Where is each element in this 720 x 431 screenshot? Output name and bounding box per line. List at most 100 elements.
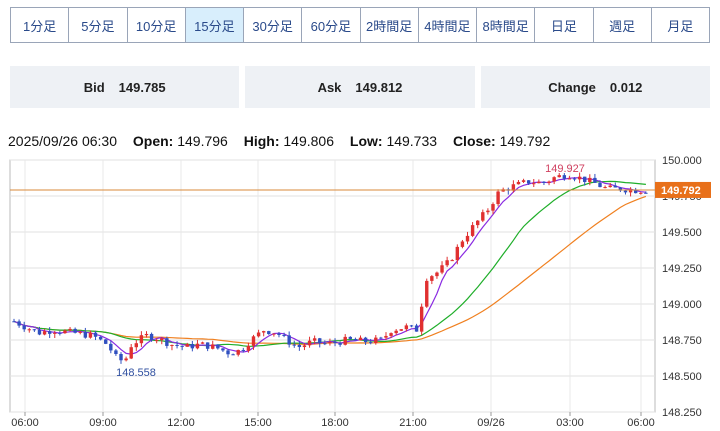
close-label: Close: <box>452 133 496 149</box>
candle-body <box>216 344 220 349</box>
candle-body <box>261 331 266 333</box>
candle-body <box>32 329 37 331</box>
candle-body <box>588 177 592 182</box>
tab-3[interactable]: 15分足 <box>185 8 244 42</box>
candle-body <box>180 345 184 347</box>
ohlc-datetime: 2025/09/26 06:30 <box>8 133 117 149</box>
candle-body <box>552 177 556 182</box>
candle-body <box>460 241 465 247</box>
candle-body <box>22 325 26 330</box>
candle-body <box>287 335 291 345</box>
tab-5[interactable]: 60分足 <box>302 8 361 42</box>
tab-2[interactable]: 10分足 <box>127 8 186 42</box>
tab-10[interactable]: 週足 <box>593 8 652 42</box>
candle-body <box>537 181 541 184</box>
candle-body <box>53 332 57 334</box>
candle-body <box>603 187 607 189</box>
tab-7[interactable]: 4時間足 <box>418 8 477 42</box>
tab-6[interactable]: 2時間足 <box>360 8 419 42</box>
tab-8[interactable]: 8時間足 <box>477 8 536 42</box>
candle-body <box>623 190 628 193</box>
candle-body <box>231 354 235 356</box>
x-tick-label: 06:00 <box>11 417 39 429</box>
candle-body <box>195 343 200 349</box>
x-tick-label: 06:00 <box>627 417 655 429</box>
x-tick-label: 03:00 <box>556 417 584 429</box>
low-label: Low: <box>349 133 383 149</box>
candle-body <box>425 280 429 307</box>
candle-body <box>47 331 52 334</box>
candle-body <box>83 331 88 338</box>
candle-body <box>521 180 526 182</box>
candle-body <box>119 354 123 361</box>
candle-body <box>481 212 485 221</box>
candle-body <box>144 333 149 336</box>
y-tick-label: 149.000 <box>662 299 702 311</box>
y-tick-label: 148.250 <box>662 407 702 419</box>
candle-body <box>384 335 388 338</box>
y-tick-label: 148.750 <box>662 335 702 347</box>
candle-body <box>160 338 164 341</box>
x-tick-label: 12:00 <box>167 417 195 429</box>
x-tick-label: 18:00 <box>321 417 349 429</box>
x-tick-label: 09:00 <box>89 417 117 429</box>
candle-body <box>129 347 133 359</box>
bid-value: 149.785 <box>118 79 166 95</box>
candle-body <box>583 176 587 182</box>
candle-body <box>200 342 205 344</box>
tab-4[interactable]: 30分足 <box>244 8 303 42</box>
candle-body <box>109 343 113 351</box>
candle-body <box>394 330 398 334</box>
candle-body <box>236 349 240 355</box>
price-chart[interactable]: 150.000149.750149.500149.250149.000148.7… <box>0 152 720 431</box>
high-label: High: <box>243 133 280 149</box>
candle-body <box>58 332 62 334</box>
candle-body <box>455 246 460 261</box>
candle-body <box>399 329 403 331</box>
candle-body <box>292 344 296 346</box>
candle-body <box>93 332 98 337</box>
candle-body <box>547 181 551 183</box>
x-tick-label: 15:00 <box>244 417 272 429</box>
candle-body <box>78 331 82 333</box>
candle-body <box>353 338 358 341</box>
candle-body <box>379 337 383 339</box>
candle-body <box>134 343 138 348</box>
candle-body <box>318 338 322 344</box>
candle-body <box>374 337 378 343</box>
candle-body <box>486 210 490 213</box>
candle-body <box>414 325 419 332</box>
change-value: 0.012 <box>609 79 643 95</box>
tab-0[interactable]: 1分足 <box>11 8 70 42</box>
close-value: 149.792 <box>499 133 551 149</box>
candle-body <box>567 178 572 180</box>
candle-body <box>312 338 317 341</box>
candle-body <box>338 343 342 345</box>
candle-body <box>328 341 332 344</box>
candle-body <box>389 333 393 336</box>
candle-body <box>404 325 409 330</box>
candle-body <box>37 329 42 335</box>
candle-body <box>577 176 582 180</box>
change-box: Change 0.012 <box>480 66 710 108</box>
open-label: Open: <box>132 133 174 149</box>
candle-body <box>348 336 353 339</box>
candle-body <box>435 272 439 277</box>
candle-body <box>73 328 77 333</box>
candle-body <box>542 181 546 183</box>
candle-body <box>516 181 521 185</box>
candle-body <box>343 336 347 345</box>
tab-1[interactable]: 5分足 <box>69 8 128 42</box>
candle-body <box>557 175 561 178</box>
y-tick-label: 149.250 <box>662 263 702 275</box>
tab-11[interactable]: 月足 <box>651 8 709 42</box>
candle-body <box>419 306 424 332</box>
tab-9[interactable]: 日足 <box>535 8 594 42</box>
candle-body <box>491 204 495 211</box>
candle-body <box>363 337 368 343</box>
ask-value: 149.812 <box>355 79 403 95</box>
candle-body <box>476 220 480 226</box>
low-value: 149.733 <box>386 133 438 149</box>
candle-body <box>526 180 531 184</box>
candle-body <box>277 333 281 335</box>
